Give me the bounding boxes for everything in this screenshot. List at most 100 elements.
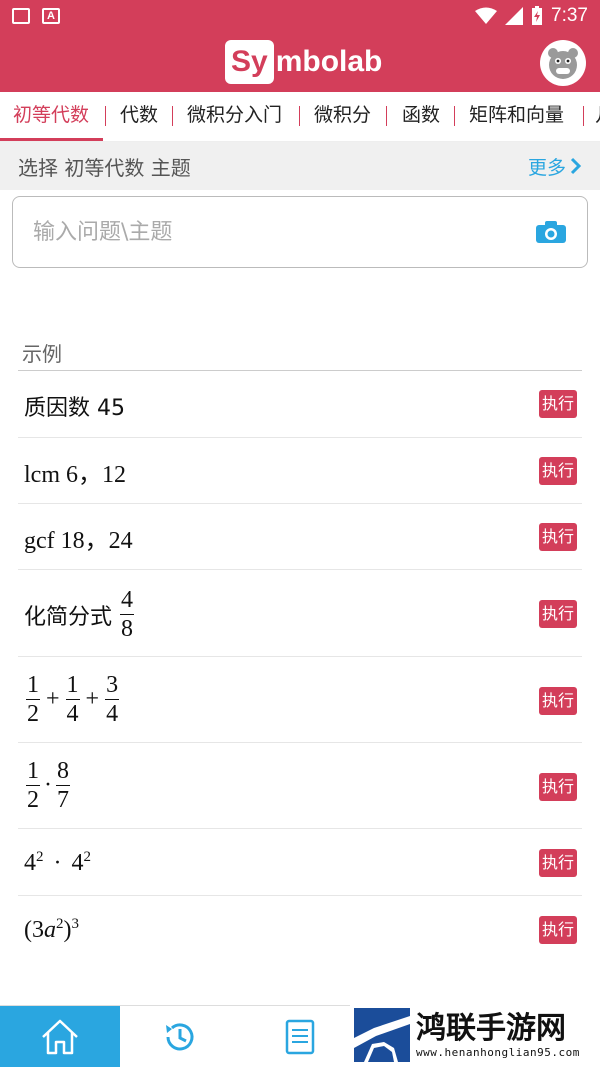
run-button[interactable]: 执行 — [539, 600, 577, 628]
fraction: 87 — [56, 759, 70, 812]
exponent: 2 — [56, 916, 64, 932]
tab-algebra[interactable]: 代数 — [120, 92, 158, 138]
tab-calculus[interactable]: 微积分 — [314, 92, 371, 138]
tab-separator — [386, 106, 387, 126]
example-row[interactable]: lcm 6，12 执行 — [18, 438, 582, 504]
denominator: 4 — [106, 701, 119, 727]
nav-notebook[interactable] — [240, 1006, 360, 1067]
example-row[interactable]: 化简分式 4 8 执行 — [18, 570, 582, 657]
variable: a — [44, 917, 56, 943]
numerator: 4 — [120, 587, 135, 615]
run-button[interactable]: 执行 — [539, 523, 577, 551]
tab-separator — [299, 106, 300, 126]
numerator: 1 — [65, 672, 80, 700]
exponent: 2 — [36, 849, 44, 865]
example-row[interactable]: gcf 18，24 执行 — [18, 504, 582, 570]
fraction: 12 — [26, 759, 40, 812]
dot-operator: · — [53, 850, 62, 876]
symbolab-logo: Sy mbolab — [225, 40, 382, 84]
clock: 7:37 — [551, 5, 588, 26]
numerator: 3 — [105, 672, 120, 700]
run-button[interactable]: 执行 — [539, 390, 577, 418]
run-button[interactable]: 执行 — [539, 849, 577, 877]
example-expression: 12 · 87 — [24, 759, 72, 812]
tab-separator — [583, 106, 584, 126]
expression-text: 化简分式 — [24, 604, 113, 630]
topic-bar: 选择 初等代数 主题 更多 — [0, 142, 600, 190]
base: 4 — [24, 850, 36, 876]
avatar[interactable] — [540, 40, 586, 86]
example-expression: lcm 6，12 — [24, 462, 126, 488]
expression-part: ) — [63, 917, 72, 943]
tab-separator — [172, 106, 173, 126]
history-icon — [166, 1023, 194, 1051]
numerator: 8 — [56, 758, 70, 786]
text-notification-icon: A — [42, 8, 60, 24]
denominator: 4 — [66, 701, 79, 727]
search-box — [12, 196, 588, 268]
watermark-title: 鸿联手游网 — [416, 1010, 566, 1046]
dot-operator: · — [44, 772, 52, 798]
user-avatar-icon — [548, 48, 578, 79]
example-row[interactable]: 12 + 14 + 34 执行 — [18, 657, 582, 743]
example-expression: 化简分式 4 8 — [24, 588, 136, 641]
denominator: 2 — [27, 701, 39, 727]
run-button[interactable]: 执行 — [539, 457, 577, 485]
example-expression: (3a2)3 — [24, 916, 79, 944]
camera-icon[interactable] — [535, 220, 567, 244]
signal-icon — [505, 7, 524, 25]
home-icon — [42, 1019, 78, 1055]
wifi-icon — [475, 7, 498, 24]
watermark: 鸿联手游网 www.henanhonglian95.com — [350, 1003, 600, 1067]
notebook-icon — [285, 1019, 315, 1055]
fraction: 14 — [65, 672, 80, 727]
numerator: 1 — [26, 672, 40, 700]
more-label: 更多 — [527, 156, 566, 179]
watermark-url: www.henanhonglian95.com — [416, 1045, 580, 1059]
example-expression: 12 + 14 + 34 — [24, 673, 121, 726]
plus-sign: + — [46, 686, 60, 712]
plus-sign: + — [85, 686, 100, 712]
base: 4 — [71, 850, 84, 876]
run-button[interactable]: 执行 — [539, 773, 577, 801]
fraction: 12 — [26, 673, 40, 726]
denominator: 2 — [27, 787, 39, 813]
tab-matrices-vectors[interactable]: 矩阵和向量 — [469, 92, 564, 138]
app-bar: Sy mbolab — [0, 32, 600, 92]
tab-geometry[interactable]: 几 — [595, 92, 600, 138]
example-expression: 质因数 45 — [24, 396, 125, 421]
example-row[interactable]: 质因数 45 执行 — [18, 371, 582, 438]
example-expression: gcf 18，24 — [24, 528, 133, 554]
example-row[interactable]: (3a2)3 执行 — [18, 896, 582, 963]
example-row[interactable]: 42 · 42 执行 — [18, 829, 582, 896]
watermark-logo-icon — [354, 1008, 410, 1062]
numerator: 1 — [26, 758, 40, 786]
image-notification-icon — [12, 8, 30, 24]
exponent: 3 — [71, 916, 80, 932]
tab-functions[interactable]: 函数 — [402, 92, 440, 138]
examples-label: 示例 — [22, 342, 62, 366]
fraction: 34 — [105, 672, 120, 727]
nav-history[interactable] — [120, 1006, 240, 1067]
denominator: 8 — [121, 616, 134, 642]
tab-elementary-algebra[interactable]: 初等代数 — [13, 92, 89, 138]
tab-separator — [454, 106, 455, 126]
nav-home[interactable] — [0, 1006, 120, 1067]
topic-title: 选择 初等代数 主题 — [18, 155, 191, 180]
status-bar: A 7:37 — [0, 0, 600, 32]
battery-icon — [532, 6, 543, 25]
logo-text: mbolab — [275, 45, 383, 78]
logo-box: Sy — [225, 40, 274, 84]
run-button[interactable]: 执行 — [539, 916, 577, 944]
topic-tabs: 初等代数 代数 微积分入门 微积分 函数 矩阵和向量 几 — [0, 92, 600, 142]
exponent: 2 — [83, 849, 92, 865]
expression-part: (3 — [24, 917, 44, 943]
example-expression: 42 · 42 — [24, 849, 91, 877]
tab-separator — [105, 106, 106, 126]
example-row[interactable]: 12 · 87 执行 — [18, 743, 582, 829]
tab-pre-calculus[interactable]: 微积分入门 — [187, 92, 282, 138]
search-input[interactable] — [33, 219, 535, 245]
chevron-right-icon — [570, 157, 582, 175]
run-button[interactable]: 执行 — [539, 687, 577, 715]
more-link[interactable]: 更多 — [528, 153, 582, 180]
